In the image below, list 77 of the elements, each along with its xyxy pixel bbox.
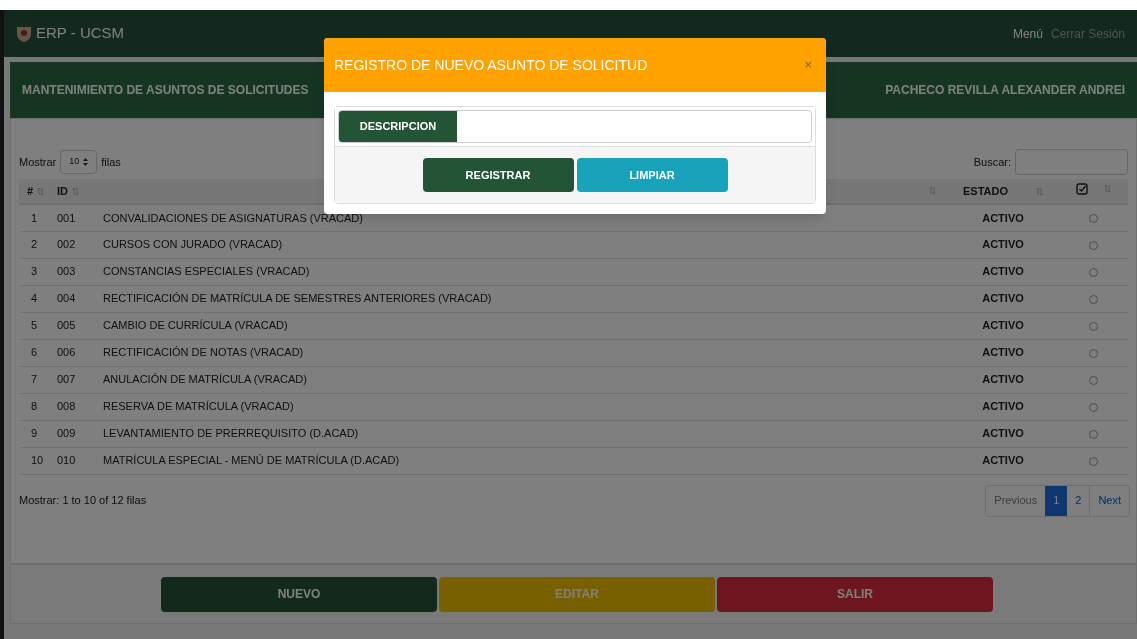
table-cell: RECTIFICACIÓN DE MATRÍCULA DE SEMESTRES ANTERIORES (VRACAD) xyxy=(103,292,492,305)
row-radio[interactable] xyxy=(1088,402,1098,412)
logo-icon xyxy=(16,24,32,43)
table-cell: CONSTANCIAS ESPECIALES (VRACAD) xyxy=(103,265,310,278)
table-cell: ACTIVO xyxy=(982,265,1024,278)
table-info: Mostrar: 1 to 10 of 12 filas xyxy=(19,493,147,509)
table-cell: CAMBIO DE CURRÍCULA (VRACAD) xyxy=(103,319,288,332)
previous-button[interactable]: Previous xyxy=(986,485,1046,516)
table-cell: ANULACIÓN DE MATRÍCULA (VRACAD) xyxy=(103,373,307,386)
column-header[interactable]: ID xyxy=(57,182,68,200)
table-cell: 5 xyxy=(31,319,38,332)
row-radio[interactable] xyxy=(1088,240,1098,250)
search-label: Buscar: xyxy=(973,154,1011,170)
table-cell: 008 xyxy=(57,400,76,413)
column-header[interactable]: # xyxy=(27,182,34,200)
next-button[interactable]: Next xyxy=(1089,485,1129,516)
table-cell: 2 xyxy=(31,238,38,251)
row-radio[interactable] xyxy=(1088,348,1098,358)
table-cell: 8 xyxy=(31,400,38,413)
column-header[interactable]: ESTADO xyxy=(963,182,1008,200)
row-radio[interactable] xyxy=(1088,456,1098,466)
action-button[interactable]: NUEVO xyxy=(161,576,437,612)
table-cell: 007 xyxy=(57,373,76,386)
user-name: PACHECO REVILLA ALEXANDER ANDREI xyxy=(885,82,1125,99)
table-cell: 4 xyxy=(31,292,38,305)
table-cell: 010 xyxy=(57,454,76,467)
panel-title: MANTENIMIENTO DE ASUNTOS DE SOLICITUDES xyxy=(22,82,309,99)
table-cell: RECTIFICACIÓN DE NOTAS (VRACAD) xyxy=(103,346,304,359)
modal-title: REGISTRO DE NUEVO ASUNTO DE SOLICITUD xyxy=(334,55,648,75)
table-cell: CONVALIDACIONES DE ASIGNATURAS (VRACAD) xyxy=(103,211,363,224)
table-cell: ACTIVO xyxy=(982,238,1024,251)
row-radio[interactable] xyxy=(1088,267,1098,277)
page-button[interactable]: 1 xyxy=(1045,485,1068,516)
search-field[interactable] xyxy=(1015,149,1128,175)
close-button[interactable]: × xyxy=(800,55,816,75)
table-cell: MATRÍCULA ESPECIAL - MENÚ DE MATRÍCULA (D.ACAD) xyxy=(103,454,400,467)
rows-label: filas xyxy=(101,154,121,170)
nav-link[interactable]: Cerrar Sesión xyxy=(1050,24,1125,43)
row-radio[interactable] xyxy=(1088,375,1098,385)
action-button[interactable]: SALIR xyxy=(717,576,993,612)
table-cell: 6 xyxy=(31,346,38,359)
table-cell: RESERVA DE MATRÍCULA (VRACAD) xyxy=(103,400,294,413)
select-caret-icon xyxy=(83,158,89,166)
table-cell: ACTIVO xyxy=(982,211,1024,224)
checkbox-icon xyxy=(1075,182,1088,195)
table-cell: 006 xyxy=(57,346,76,359)
row-radio[interactable] xyxy=(1088,294,1098,304)
row-radio[interactable] xyxy=(1088,214,1098,224)
modal-button[interactable]: REGISTRAR xyxy=(422,158,574,192)
table-cell: ACTIVO xyxy=(982,400,1024,413)
table-cell: 9 xyxy=(31,427,38,440)
table-cell: 1 xyxy=(31,211,38,224)
table-cell: ACTIVO xyxy=(982,373,1024,386)
page-button[interactable]: 2 xyxy=(1067,485,1090,516)
table-cell: 009 xyxy=(57,427,76,440)
page-size-select[interactable]: 10 xyxy=(60,150,98,174)
table-cell: ACTIVO xyxy=(982,427,1024,440)
table-cell: 10 xyxy=(31,454,44,467)
table-cell: 002 xyxy=(57,238,76,251)
table-cell: 005 xyxy=(57,319,76,332)
table-cell: ACTIVO xyxy=(982,454,1024,467)
show-label: Mostrar xyxy=(19,154,57,170)
brand-title[interactable]: ERP - UCSM xyxy=(36,22,125,45)
table-cell: 7 xyxy=(31,373,38,386)
table-cell: 004 xyxy=(57,292,76,305)
table-cell: LEVANTAMIENTO DE PRERREQUISITO (D.ACAD) xyxy=(103,427,359,440)
table-cell: ACTIVO xyxy=(982,346,1024,359)
table-cell: CURSOS CON JURADO (VRACAD) xyxy=(103,238,283,251)
row-radio[interactable] xyxy=(1088,321,1098,331)
table-cell: ACTIVO xyxy=(982,292,1024,305)
row-radio[interactable] xyxy=(1088,429,1098,439)
table-cell: 3 xyxy=(31,265,38,278)
table-cell: 001 xyxy=(57,211,76,224)
nav-link[interactable]: Menú xyxy=(1012,24,1043,43)
table-cell: ACTIVO xyxy=(982,319,1024,332)
table-cell: 003 xyxy=(57,265,76,278)
modal-button[interactable]: LIMPIAR xyxy=(576,158,728,192)
